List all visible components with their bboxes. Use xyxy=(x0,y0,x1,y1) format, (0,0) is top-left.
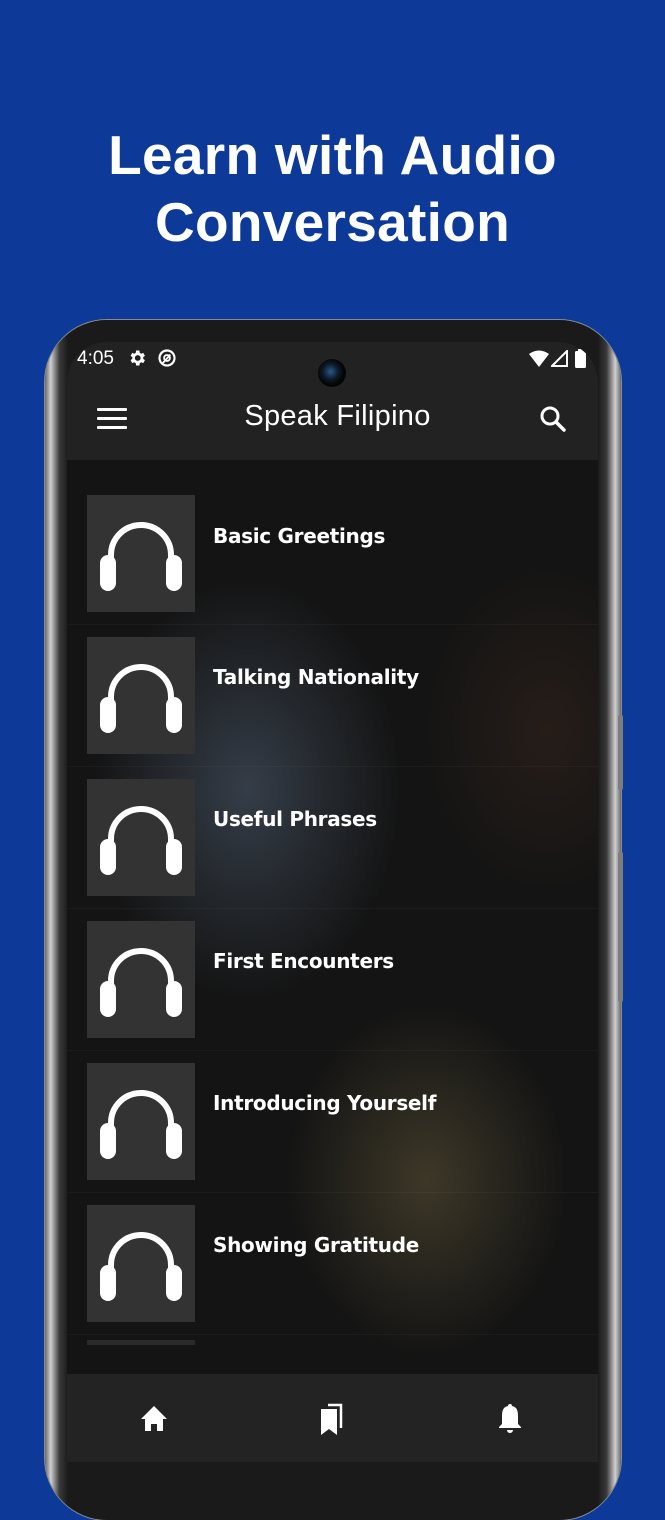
nav-bookmarks-button[interactable] xyxy=(312,1398,352,1438)
headline-line-2: Conversation xyxy=(154,191,511,253)
battery-icon xyxy=(575,349,586,372)
lesson-thumbnail xyxy=(87,779,195,896)
lesson-title: Talking Nationality xyxy=(213,665,419,689)
lesson-thumbnail xyxy=(87,1063,195,1180)
bell-icon xyxy=(499,1404,521,1433)
home-icon xyxy=(141,1406,167,1431)
phone-volume-button xyxy=(618,715,623,790)
lesson-title: Basic Greetings xyxy=(213,524,386,548)
lesson-title: Showing Gratitude xyxy=(213,1233,420,1257)
lesson-row-showing-gratitude[interactable]: Showing Gratitude xyxy=(67,1193,598,1335)
phone-power-button xyxy=(618,852,623,1002)
search-icon[interactable] xyxy=(538,404,568,434)
data-saver-icon xyxy=(157,348,177,372)
lesson-row-useful-phrases[interactable]: Useful Phrases xyxy=(67,767,598,909)
app-bar: Speak Filipino xyxy=(67,380,598,460)
app-title: Speak Filipino xyxy=(244,400,431,432)
headphones-icon xyxy=(100,522,182,591)
lesson-thumbnail xyxy=(87,921,195,1038)
headphones-icon xyxy=(100,664,182,733)
lesson-row-introducing-yourself[interactable]: Introducing Yourself xyxy=(67,1051,598,1193)
lesson-row-talking-nationality[interactable]: Talking Nationality xyxy=(67,625,598,767)
wifi-icon xyxy=(529,350,549,371)
headphones-icon xyxy=(100,1232,182,1301)
nav-home-button[interactable] xyxy=(134,1398,174,1438)
status-time: 4:05 xyxy=(77,348,114,369)
phone-screen: 4:05 Speak Filipino Basic Greetings Talk… xyxy=(67,342,598,1462)
settings-icon xyxy=(127,348,147,372)
lesson-title: Useful Phrases xyxy=(213,807,377,831)
front-camera xyxy=(318,359,346,387)
lesson-list[interactable]: Basic Greetings Talking Nationality Usef… xyxy=(67,460,598,1374)
lesson-thumbnail xyxy=(87,1205,195,1322)
bookmarks-icon xyxy=(321,1403,343,1435)
lesson-thumbnail xyxy=(87,637,195,754)
headline-line-1: Learn with Audio xyxy=(108,124,557,186)
next-lesson-thumbnail-partial xyxy=(87,1340,195,1345)
headphones-icon xyxy=(100,1090,182,1159)
headphones-icon xyxy=(100,948,182,1017)
lesson-title: First Encounters xyxy=(213,949,394,973)
bottom-navigation xyxy=(67,1374,598,1462)
nav-notifications-button[interactable] xyxy=(490,1398,530,1438)
promo-headline: Learn with Audio Conversation xyxy=(0,122,665,256)
signal-icon xyxy=(549,348,569,371)
headphones-icon xyxy=(100,806,182,875)
lesson-row-first-encounters[interactable]: First Encounters xyxy=(67,909,598,1051)
lesson-thumbnail xyxy=(87,495,195,612)
lesson-title: Introducing Yourself xyxy=(213,1091,437,1115)
lesson-row-basic-greetings[interactable]: Basic Greetings xyxy=(67,460,598,625)
